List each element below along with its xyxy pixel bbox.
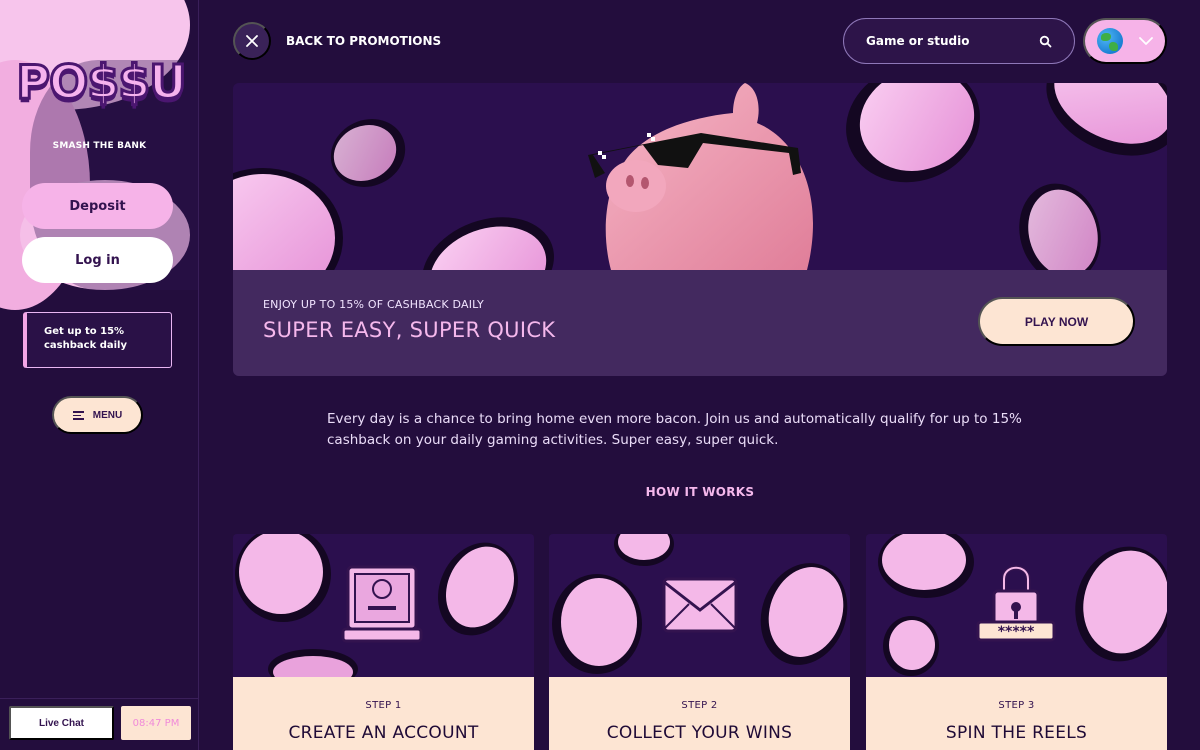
menu-label: MENU [92,409,123,421]
cashback-promo-card[interactable]: Get up to 15% cashback daily [23,312,172,368]
search-input[interactable] [866,34,1039,48]
deposit-button[interactable]: Deposit [22,183,173,229]
svg-text:*****: ***** [998,624,1035,640]
globe-icon [1097,28,1123,54]
intro-text: Every day is a chance to bring home even… [327,411,1022,448]
step-card-2: STEP 2 COLLECT YOUR WINS [549,534,850,750]
live-chat-button[interactable]: Live Chat [9,706,114,740]
sidebar: PO$$U SMASH THE BANK Deposit Log in Get … [0,0,199,750]
envelope-icon [662,577,738,633]
promo-line-2: cashback daily [44,340,127,351]
account-icon [341,565,423,643]
step-image [233,534,534,677]
menu-button[interactable]: MENU [52,396,143,434]
step-body: STEP 2 COLLECT YOUR WINS [549,677,850,750]
step-number: STEP 2 [681,700,718,711]
logo[interactable]: PO$$U [15,52,188,112]
step-card-1: STEP 1 CREATE AN ACCOUNT [233,534,534,750]
chevron-down-icon [1139,37,1153,45]
step-title: SPIN THE REELS [945,723,1088,743]
step-title: COLLECT YOUR WINS [606,723,793,743]
search-icon[interactable] [1039,35,1052,48]
hero-banner: ENJOY UP TO 15% OF CASHBACK DAILY SUPER … [233,83,1167,376]
login-button[interactable]: Log in [22,237,173,283]
promo-line-1: Get up to 15% [44,326,125,337]
back-to-promotions-link[interactable]: BACK TO PROMOTIONS [286,34,441,48]
play-now-button[interactable]: PLAY NOW [978,297,1135,346]
clock: 08:47 PM [121,706,191,740]
step-number: STEP 3 [998,700,1035,711]
search-box[interactable] [843,18,1075,64]
close-button[interactable] [233,22,271,60]
step-title: CREATE AN ACCOUNT [288,723,479,743]
step-card-3: ***** STEP 3 SPIN THE REELS [866,534,1167,750]
hero-image [233,83,1167,270]
hamburger-icon [72,411,84,420]
tagline: SMASH THE BANK [52,141,147,151]
hero-panel: ENJOY UP TO 15% OF CASHBACK DAILY SUPER … [233,270,1167,376]
close-icon [246,35,258,47]
step-number: STEP 1 [365,700,402,711]
step-body: STEP 3 SPIN THE REELS [866,677,1167,750]
step-body: STEP 1 CREATE AN ACCOUNT [233,677,534,750]
how-it-works-heading: HOW IT WORKS [645,485,755,499]
language-selector[interactable] [1083,18,1167,64]
sidebar-footer: Live Chat 08:47 PM [0,698,198,750]
step-image [549,534,850,677]
step-image: ***** [866,534,1167,677]
